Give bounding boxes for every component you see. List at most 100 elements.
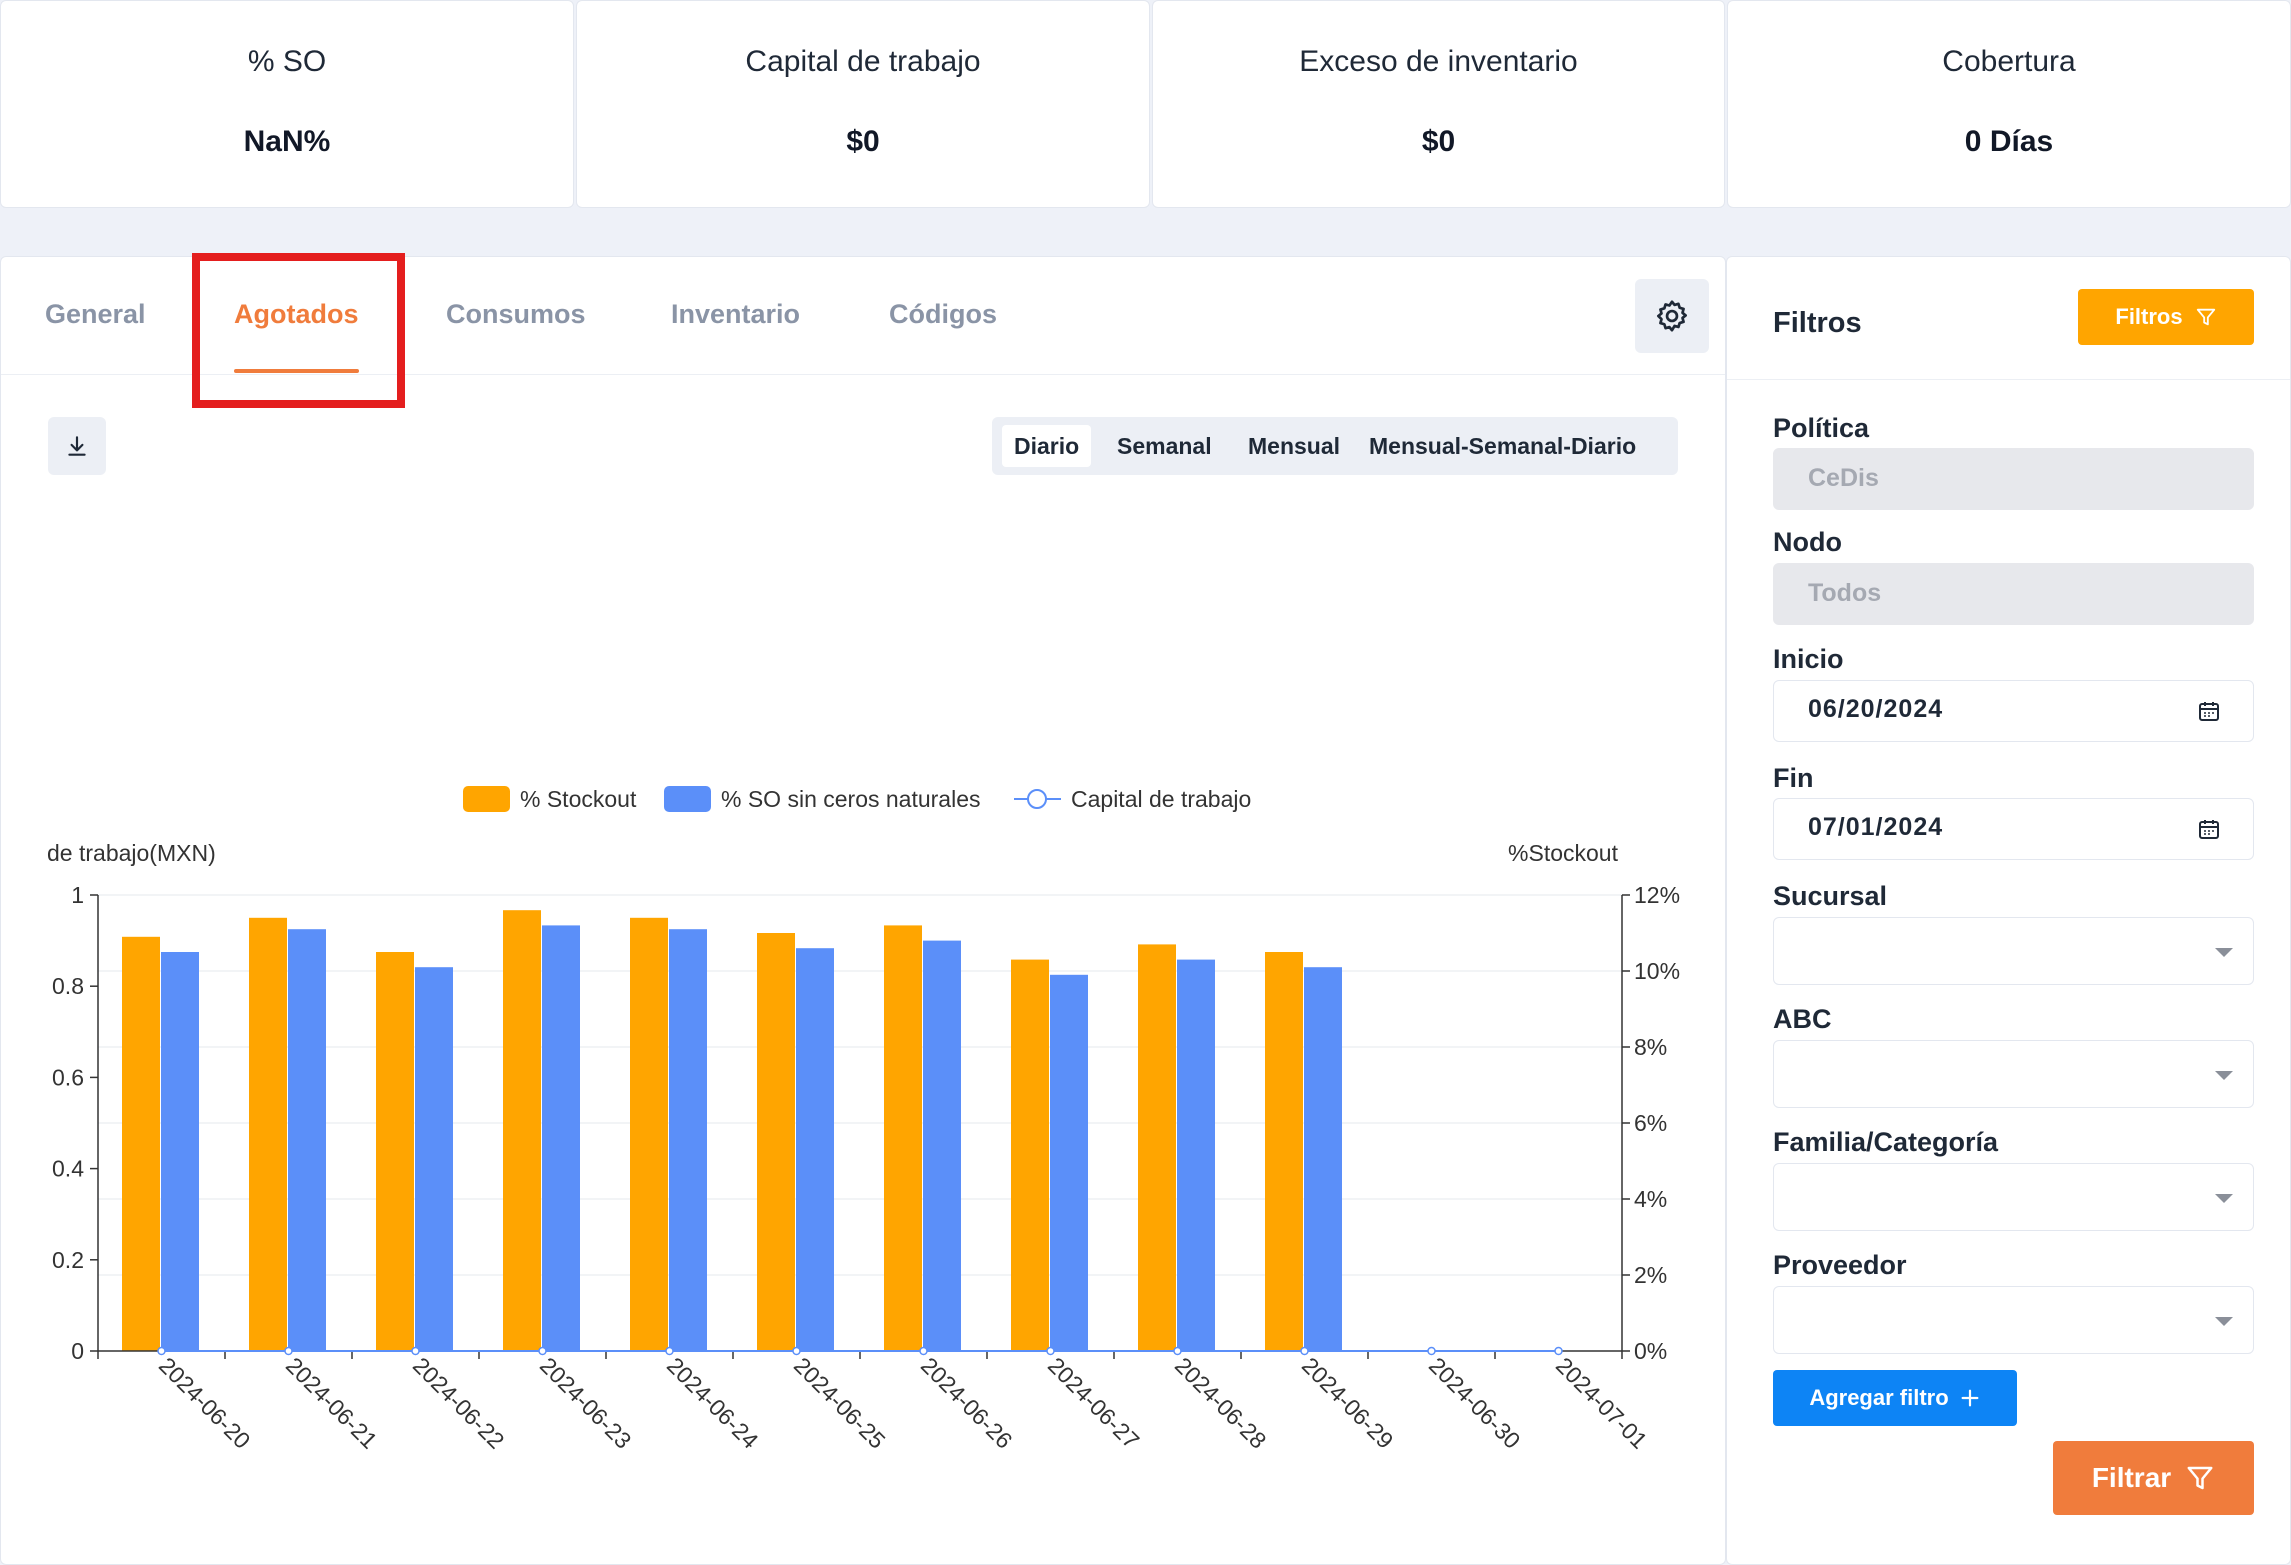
y-axis-title-left: de trabajo(MXN) [47, 840, 216, 866]
point-capital-de-trabajo [792, 1346, 801, 1356]
point-capital-de-trabajo [1554, 1346, 1563, 1356]
inicio-label: Inicio [1773, 644, 1844, 674]
tab-general[interactable]: General [45, 299, 146, 330]
download-icon [68, 436, 86, 456]
legend-swatch-so-sin-ceros [664, 786, 711, 812]
y-tick-label-right: 12% [1634, 882, 1680, 908]
filters-toggle-label: Filtros [2115, 304, 2183, 329]
x-tick-label: 2024-06-26 [916, 1352, 1018, 1454]
x-tick-label: 2024-06-30 [1424, 1352, 1526, 1454]
proveedor-select[interactable] [1773, 1286, 2254, 1354]
apply-filter-button[interactable]: Filtrar [2053, 1441, 2254, 1515]
filter-panel: Filtros Filtros Política CeDis Nodo Todo… [1726, 256, 2291, 1565]
bar-stockout [1265, 952, 1303, 1351]
point-capital-de-trabajo [1046, 1346, 1055, 1356]
legend-label-so-sin-ceros: % SO sin ceros naturales [721, 786, 981, 812]
sucursal-label: Sucursal [1773, 881, 1888, 911]
kpi-card-so: % SO NaN% [0, 0, 574, 208]
point-capital-de-trabajo [538, 1346, 547, 1356]
calendar-icon[interactable] [2197, 817, 2221, 841]
bar-so-sin-ceros [542, 925, 580, 1351]
kpi-value: $0 [1421, 125, 1456, 158]
divider [1727, 379, 2290, 380]
main-panel: General Agotados Consumos Inventario Cód… [0, 253, 1726, 1565]
kpi-label: Cobertura [1942, 45, 2076, 78]
y-tick-label-right: 0% [1634, 1338, 1667, 1364]
plus-icon [1961, 1389, 1979, 1407]
y-tick-label-right: 6% [1634, 1110, 1667, 1136]
abc-label: ABC [1773, 1004, 1832, 1034]
sucursal-select[interactable] [1773, 917, 2254, 985]
period-mensual-semanal-diario[interactable]: Mensual-Semanal-Diario [1357, 425, 1648, 467]
bar-stockout [1138, 944, 1176, 1351]
bar-stockout [1011, 959, 1049, 1351]
funnel-icon [2187, 1466, 2213, 1490]
chevron-down-icon [2215, 1194, 2233, 1203]
add-filter-button[interactable]: Agregar filtro [1773, 1370, 2017, 1426]
calendar-icon[interactable] [2197, 699, 2221, 723]
nodo-field: Todos [1773, 563, 2254, 625]
point-capital-de-trabajo [157, 1346, 166, 1356]
period-mensual[interactable]: Mensual [1236, 425, 1352, 467]
x-tick-label: 2024-06-24 [662, 1352, 764, 1454]
x-tick-label: 2024-06-21 [281, 1352, 383, 1454]
point-capital-de-trabajo [411, 1346, 420, 1356]
kpi-value: 0 Días [1964, 125, 2054, 158]
nodo-value: Todos [1808, 579, 1882, 607]
familia-label: Familia/Categoría [1773, 1127, 1999, 1157]
x-tick-label: 2024-06-29 [1297, 1352, 1399, 1454]
kpi-label: Capital de trabajo [745, 45, 981, 78]
proveedor-label: Proveedor [1773, 1250, 1907, 1280]
familia-select[interactable] [1773, 1163, 2254, 1231]
kpi-value: $0 [846, 125, 880, 158]
x-tick-label: 2024-06-28 [1170, 1352, 1272, 1454]
chevron-down-icon [2215, 948, 2233, 957]
y-tick-label-left: 1 [71, 882, 84, 908]
period-diario[interactable]: Diario [1002, 425, 1092, 467]
chevron-down-icon [2215, 1317, 2233, 1326]
legend-swatch-stockout [463, 786, 510, 812]
stockout-chart: 0 0.2 0.4 0.6 0.8 1 de trabajo(MXN) 0% 2% 4% 6% 8% 1… [47, 786, 1680, 1454]
bar-stockout [249, 917, 287, 1351]
filters-toggle-button[interactable]: Filtros [2078, 289, 2254, 345]
bar-stockout [122, 936, 160, 1351]
point-capital-de-trabajo [1427, 1346, 1436, 1356]
legend-marker-capital [1027, 789, 1047, 809]
bar-stockout [376, 952, 414, 1351]
period-semanal[interactable]: Semanal [1105, 425, 1224, 467]
y-tick-label-right: 8% [1634, 1034, 1667, 1060]
bar-so-sin-ceros [288, 929, 326, 1351]
bar-so-sin-ceros [669, 929, 707, 1351]
bar-stockout [503, 910, 541, 1351]
x-tick-label: 2024-06-22 [408, 1352, 510, 1454]
tab-consumos[interactable]: Consumos [446, 299, 586, 330]
fin-value: 07/01/2024 [1808, 813, 1944, 841]
bar-stockout [757, 933, 795, 1351]
y-axis-title-right: %Stockout [1508, 840, 1619, 866]
tab-codigos[interactable]: Códigos [889, 299, 997, 330]
y-tick-label-left: 0.4 [52, 1156, 84, 1182]
kpi-row: % SO NaN% Capital de trabajo $0 Exceso d… [0, 0, 2291, 208]
legend-label-capital: Capital de trabajo [1071, 786, 1251, 812]
x-tick-label: 2024-06-27 [1043, 1352, 1145, 1454]
x-tick-label: 2024-06-23 [535, 1352, 637, 1454]
fin-date-input[interactable]: 07/01/2024 [1773, 798, 2254, 860]
inicio-date-input[interactable]: 06/20/2024 [1773, 680, 2254, 742]
y-tick-label-left: 0.8 [52, 973, 84, 999]
bar-so-sin-ceros [796, 948, 834, 1351]
period-selector: Diario Semanal Mensual Mensual-Semanal-D… [992, 417, 1678, 475]
download-button[interactable] [48, 417, 106, 475]
fin-label: Fin [1773, 763, 1814, 793]
bar-so-sin-ceros [923, 940, 961, 1351]
point-capital-de-trabajo [284, 1346, 293, 1356]
tab-inventario[interactable]: Inventario [671, 299, 800, 330]
y-tick-label-right: 4% [1634, 1186, 1667, 1212]
x-tick-label: 2024-06-25 [789, 1352, 891, 1454]
politica-field: CeDis [1773, 448, 2254, 510]
bar-so-sin-ceros [1177, 959, 1215, 1351]
x-tick-label: 2024-06-20 [154, 1352, 256, 1454]
bar-so-sin-ceros [415, 967, 453, 1351]
settings-button[interactable] [1635, 279, 1709, 353]
abc-select[interactable] [1773, 1040, 2254, 1108]
point-capital-de-trabajo [1300, 1346, 1309, 1356]
